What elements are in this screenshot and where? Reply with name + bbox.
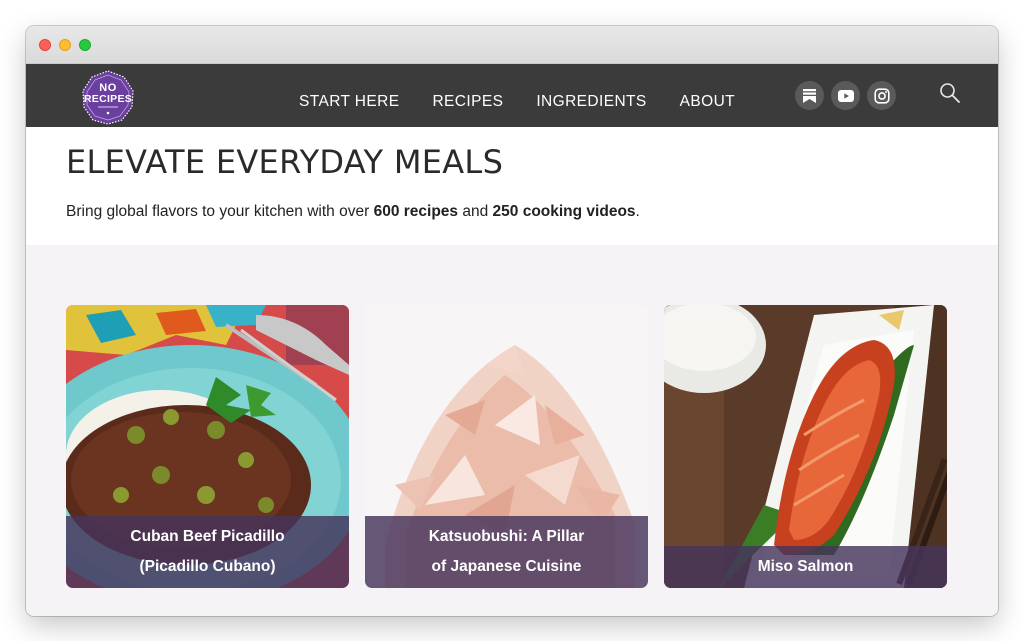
close-window-button[interactable]	[39, 38, 51, 51]
hero-videos-count: 250 cooking videos	[492, 203, 636, 220]
main-navigation: START HERE RECIPES INGREDIENTS ABOUT	[299, 64, 735, 127]
nav-ingredients[interactable]: INGREDIENTS	[536, 81, 646, 111]
nav-start-here[interactable]: START HERE	[299, 81, 399, 111]
logo-main-text: RECIPES	[83, 93, 133, 105]
recipe-card-caption: Miso Salmon	[664, 546, 947, 588]
nav-recipes[interactable]: RECIPES	[432, 81, 503, 111]
recipe-card-caption: Cuban Beef Picadillo (Picadillo Cubano)	[66, 516, 349, 588]
browser-window: NO RECIPES START HERE RECIPES INGREDIENT…	[26, 26, 998, 616]
bookmark-icon[interactable]	[795, 81, 824, 110]
recipe-title-line1: Miso Salmon	[757, 558, 854, 575]
hero-subtitle: Bring global flavors to your kitchen wit…	[66, 203, 998, 221]
recipe-title-line2: (Picadillo Cubano)	[139, 558, 276, 575]
hero-sub-suffix: .	[635, 203, 640, 220]
search-icon[interactable]	[938, 81, 962, 105]
recipe-title-line1: Katsuobushi: A Pillar	[428, 528, 585, 545]
site-navbar: NO RECIPES START HERE RECIPES INGREDIENT…	[26, 64, 998, 127]
nav-about[interactable]: ABOUT	[680, 81, 735, 111]
site-logo[interactable]: NO RECIPES	[80, 69, 136, 125]
hero-recipes-count: 600 recipes	[373, 203, 459, 220]
hero-sub-and: and	[458, 203, 493, 220]
recipe-card-caption: Katsuobushi: A Pillar of Japanese Cuisin…	[365, 516, 648, 588]
minimize-window-button[interactable]	[59, 38, 71, 51]
instagram-icon[interactable]	[867, 81, 896, 110]
maximize-window-button[interactable]	[79, 38, 91, 51]
recipe-card-katsuobushi[interactable]: Katsuobushi: A Pillar of Japanese Cuisin…	[365, 305, 648, 588]
recipe-card-picadillo[interactable]: Cuban Beef Picadillo (Picadillo Cubano)	[66, 305, 349, 588]
youtube-icon[interactable]	[831, 81, 860, 110]
recipe-card-miso-salmon[interactable]: Miso Salmon	[664, 305, 947, 588]
window-titlebar	[26, 26, 998, 64]
hero-title: ELEVATE EVERYDAY MEALS	[66, 143, 504, 181]
recipe-title-line2: of Japanese Cuisine	[431, 558, 582, 575]
hero-sub-prefix: Bring global flavors to your kitchen wit…	[66, 203, 374, 220]
featured-recipes: Cuban Beef Picadillo (Picadillo Cubano)	[26, 245, 998, 616]
recipe-title-line1: Cuban Beef Picadillo	[130, 528, 285, 545]
hero-section: ELEVATE EVERYDAY MEALS Bring global flav…	[26, 127, 998, 245]
